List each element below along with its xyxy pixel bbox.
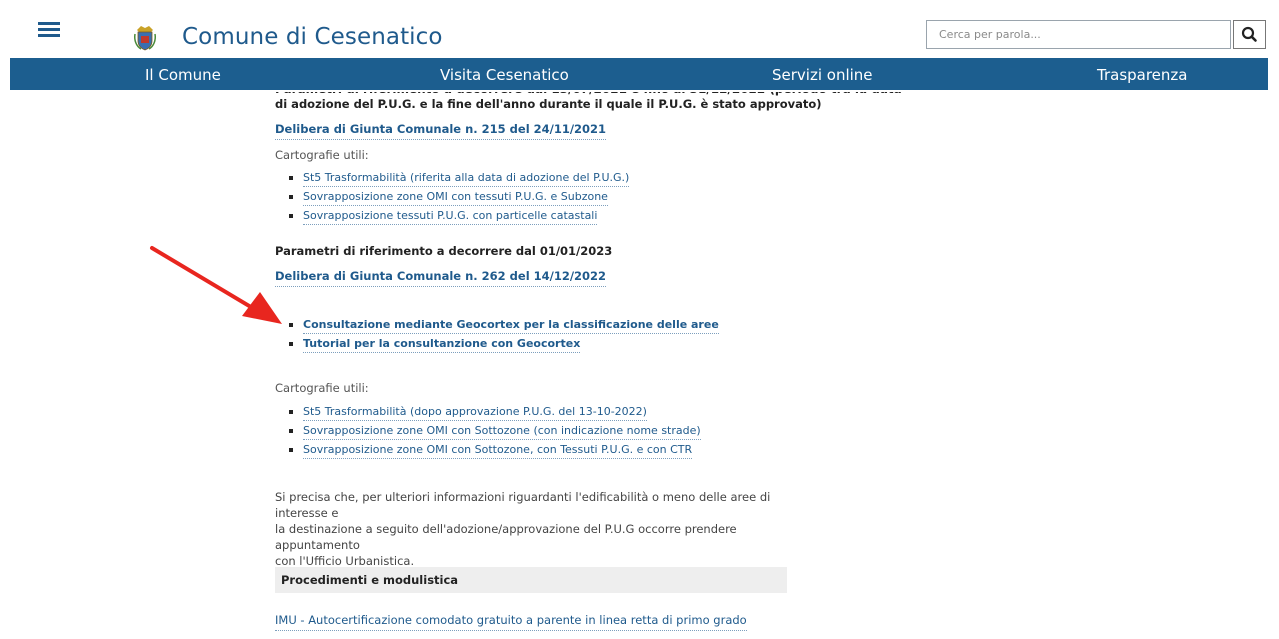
magnifier-icon [1241, 26, 1257, 42]
list-item: Consultazione mediante Geocortex per la … [287, 318, 719, 337]
omi-subzone-link[interactable]: Sovrapposizione zone OMI con tessuti P.U… [303, 190, 608, 206]
search-button[interactable] [1233, 20, 1266, 49]
coat-of-arms-icon [134, 26, 156, 51]
geocortex-list: Consultazione mediante Geocortex per la … [287, 318, 719, 356]
nav-item-trasparenza[interactable]: Trasparenza [1097, 66, 1187, 84]
nav-item-il-comune[interactable]: Il Comune [145, 66, 221, 84]
geocortex-tutorial-link[interactable]: Tutorial per la consultanzione con Geoco… [303, 337, 581, 353]
cartografie-list-1: St5 Trasformabilità (riferita alla data … [287, 171, 630, 228]
delibera-215-link[interactable]: Delibera di Giunta Comunale n. 215 del 2… [275, 122, 607, 140]
search-input[interactable]: Cerca per parola... [926, 20, 1231, 49]
list-item: Tutorial per la consultanzione con Geoco… [287, 337, 719, 356]
params-2021-heading-cont: di adozione del P.U.G. e la fine dell'an… [275, 97, 822, 111]
cartografie-label: Cartografie utili: [275, 381, 369, 395]
omi-sottozone-ctr-link[interactable]: Sovrapposizione zone OMI con Sottozone, … [303, 443, 693, 459]
omi-sottozone-strade-link[interactable]: Sovrapposizione zone OMI con Sottozone (… [303, 424, 701, 440]
main-navigation: Il Comune Visita Cesenatico Servizi onli… [10, 58, 1268, 90]
st5-adozione-link[interactable]: St5 Trasformabilità (riferita alla data … [303, 171, 630, 187]
list-item: Sovrapposizione zone OMI con tessuti P.U… [287, 190, 629, 209]
red-arrow-icon [150, 246, 282, 324]
note-line: Si precisa che, per ulteriori informazio… [275, 490, 771, 520]
list-item: Sovrapposizione zone OMI con Sottozone, … [287, 443, 701, 462]
delibera-262-link[interactable]: Delibera di Giunta Comunale n. 262 del 1… [275, 269, 607, 287]
nav-item-visita-cesenatico[interactable]: Visita Cesenatico [440, 66, 569, 84]
params-2023-heading: Parametri di riferimento a decorrere dal… [275, 244, 613, 258]
cartografie-list-2: St5 Trasformabilità (dopo approvazione P… [287, 405, 701, 462]
list-item: Sovrapposizione zone OMI con Sottozone (… [287, 424, 701, 443]
nav-item-servizi-online[interactable]: Servizi online [772, 66, 873, 84]
list-item: Sovrapposizione tessuti P.U.G. con parti… [287, 209, 629, 228]
note-paragraph: Si precisa che, per ulteriori informazio… [275, 489, 795, 569]
hamburger-icon[interactable] [38, 22, 60, 38]
site-title[interactable]: Comune di Cesenatico [182, 24, 443, 50]
imu-autocertificazione-link[interactable]: IMU - Autocertificazione comodato gratui… [275, 613, 747, 631]
list-item: St5 Trasformabilità (dopo approvazione P… [287, 405, 701, 424]
note-line: la destinazione a seguito dell'adozione/… [275, 522, 737, 552]
cartografie-label: Cartografie utili: [275, 148, 369, 162]
st5-approvazione-link[interactable]: St5 Trasformabilità (dopo approvazione P… [303, 405, 647, 421]
list-item: St5 Trasformabilità (riferita alla data … [287, 171, 630, 190]
geocortex-consultazione-link[interactable]: Consultazione mediante Geocortex per la … [303, 318, 719, 334]
procedimenti-section-header: Procedimenti e modulistica [275, 567, 787, 593]
site-header: Comune di Cesenatico Cerca per parola... [0, 0, 1279, 58]
tessuti-catastali-link[interactable]: Sovrapposizione tessuti P.U.G. con parti… [303, 209, 598, 225]
